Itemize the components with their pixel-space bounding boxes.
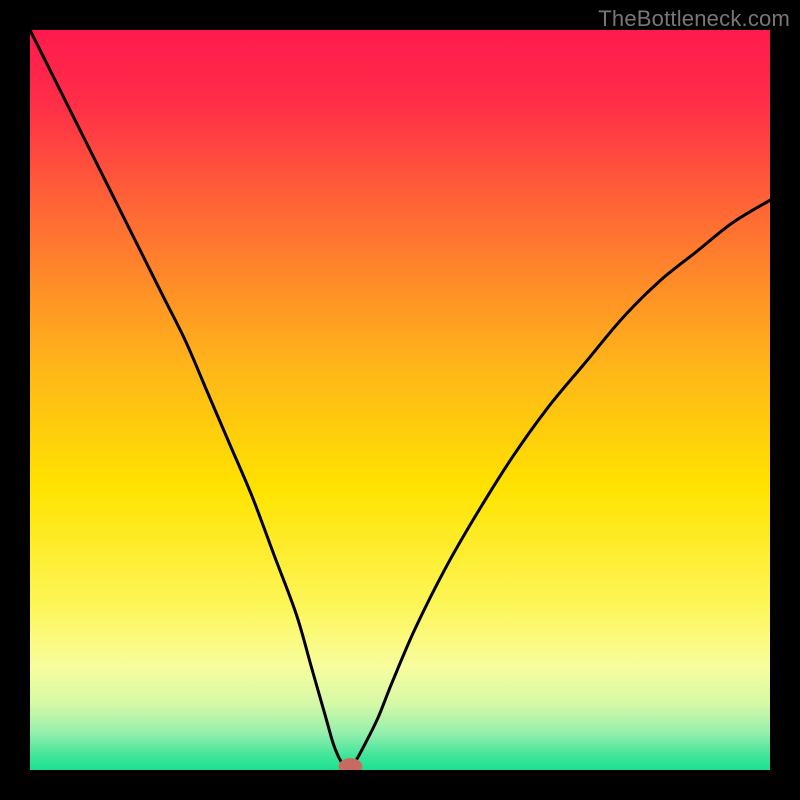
attribution-text: TheBottleneck.com bbox=[598, 6, 790, 32]
plot-area bbox=[30, 30, 770, 770]
chart-frame: TheBottleneck.com bbox=[0, 0, 800, 800]
bottleneck-chart bbox=[30, 30, 770, 770]
gradient-background bbox=[30, 30, 770, 770]
